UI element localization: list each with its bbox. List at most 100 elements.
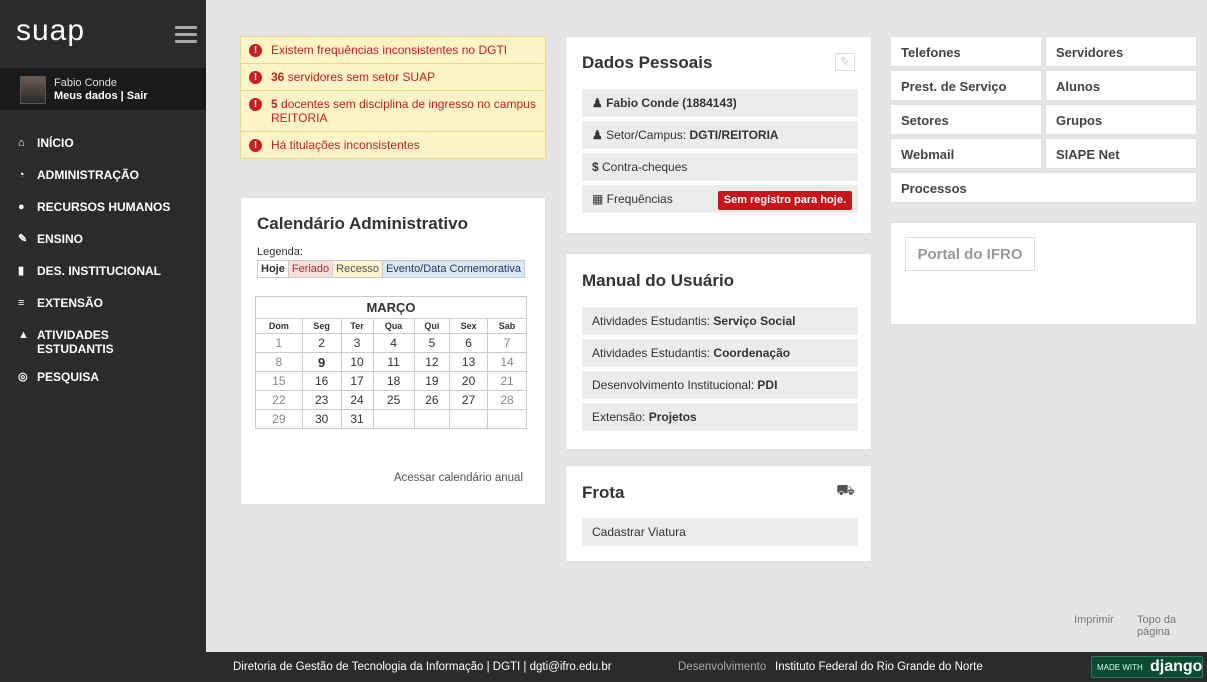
link-servidores[interactable]: Servidores	[1045, 36, 1197, 67]
manual-item[interactable]: Extensão: Projetos	[582, 403, 858, 431]
user-links[interactable]: Meus dados | Sair	[54, 90, 148, 102]
manual-item-topic: Coordenação	[713, 346, 791, 360]
alert-item[interactable]: ! Há titulações inconsistentes	[240, 131, 546, 159]
link-webmail[interactable]: Webmail	[890, 138, 1042, 169]
calendar-day[interactable]: 23	[301, 390, 342, 410]
calendar-day[interactable]: 11	[372, 352, 415, 372]
calendar-day[interactable]: 12	[413, 352, 451, 372]
user-name-row[interactable]: ♟ Fabio Conde (1884143)	[582, 89, 858, 117]
menu-item-administracao[interactable]: ◔ ADMINISTRAÇÃO	[18, 168, 170, 200]
setor-value: DGTI/REITORIA	[689, 128, 779, 142]
alert-count: 36	[271, 70, 285, 84]
contracheques-row[interactable]: $ Contra-cheques	[582, 153, 858, 181]
link-setores[interactable]: Setores	[890, 104, 1042, 135]
calendar-day[interactable]: 18	[372, 371, 415, 391]
user-fullname: Fabio Conde (1884143)	[606, 96, 737, 110]
calendar-day[interactable]: 16	[301, 371, 342, 391]
calendar-month: MARÇO	[255, 296, 527, 319]
exclamation-icon: !	[249, 98, 262, 111]
calendar-day[interactable]: 25	[372, 390, 415, 410]
menu-item-extensao[interactable]: ≡ EXTENSÃO	[18, 296, 170, 328]
calendar-day[interactable]: 19	[413, 371, 451, 391]
weekday: Qui	[413, 318, 451, 334]
cadastrar-viatura-link[interactable]: Cadastrar Viatura	[582, 518, 858, 546]
calendar-day	[487, 409, 527, 429]
edit-icon[interactable]: ✎	[835, 53, 855, 71]
calendar-day[interactable]: 3	[340, 333, 374, 353]
menu-toggle-icon[interactable]	[175, 26, 197, 47]
menu-label: RECURSOS HUMANOS	[37, 200, 171, 214]
top-of-page-link[interactable]: Topo da página	[1137, 614, 1207, 638]
calendar-day[interactable]: 5	[413, 333, 451, 353]
link-prest-servico[interactable]: Prest. de Serviço	[890, 70, 1042, 101]
portal-ifro-button[interactable]: Portal do IFRO	[905, 237, 1035, 271]
avatar[interactable]	[20, 76, 46, 104]
link-processos[interactable]: Processos	[890, 172, 1197, 203]
calendar-day[interactable]: 21	[487, 371, 527, 391]
calendar-day[interactable]: 26	[413, 390, 451, 410]
setor-row[interactable]: ♟ Setor/Campus: DGTI/REITORIA	[582, 121, 858, 149]
calendar-day[interactable]: 13	[449, 352, 489, 372]
annual-calendar-link[interactable]: Acessar calendário anual	[394, 472, 523, 484]
calendar-day[interactable]: 4	[372, 333, 415, 353]
menu-item-atividades-estudantis[interactable]: ▲ ATIVIDADES ESTUDANTIS	[18, 328, 170, 370]
calendar-day[interactable]: 29	[255, 409, 303, 429]
calendar-day[interactable]: 27	[449, 390, 489, 410]
link-telefones[interactable]: Telefones	[890, 36, 1042, 67]
legend-holiday: Feriado	[287, 260, 334, 278]
footer: Diretoria de Gestão de Tecnologia da Inf…	[206, 652, 1207, 682]
manual-item[interactable]: Desenvolvimento Institucional: PDI	[582, 371, 858, 399]
calendar-day[interactable]: 22	[255, 390, 303, 410]
django-badge[interactable]: MADE WITH django	[1091, 656, 1203, 678]
link-siape-net[interactable]: SIAPE Net	[1045, 138, 1197, 169]
weekday: Ter	[340, 318, 374, 334]
menu-item-pesquisa[interactable]: ◎ PESQUISA	[18, 370, 170, 402]
calendar-day-today[interactable]: 9	[301, 352, 342, 372]
calendar-day[interactable]: 17	[340, 371, 374, 391]
frequencias-row[interactable]: ▦ Frequências Sem registro para hoje.	[582, 185, 858, 213]
menu-item-des-institucional[interactable]: ▮ DES. INSTITUCIONAL	[18, 264, 170, 296]
calendar-day	[372, 409, 415, 429]
calendar-day[interactable]: 1	[255, 333, 303, 353]
calendar-day[interactable]: 24	[340, 390, 374, 410]
calendar-day[interactable]: 14	[487, 352, 527, 372]
menu-label: ENSINO	[37, 232, 84, 246]
alert-item[interactable]: ! Existem frequências inconsistentes no D…	[240, 36, 546, 64]
calendar-day[interactable]: 8	[255, 352, 303, 372]
menu-item-recursos-humanos[interactable]: ● RECURSOS HUMANOS	[18, 200, 170, 232]
manual-item[interactable]: Atividades Estudantis: Coordenação	[582, 339, 858, 367]
link-alunos[interactable]: Alunos	[1045, 70, 1197, 101]
app-logo[interactable]: suap	[16, 14, 85, 48]
calendar-day[interactable]: 15	[255, 371, 303, 391]
calendar-day[interactable]: 30	[301, 409, 342, 429]
alert-item[interactable]: ! 36 servidores sem setor SUAP	[240, 63, 546, 91]
print-link[interactable]: Imprimir	[1074, 614, 1114, 626]
user-icon: ♟	[592, 96, 607, 110]
manual-item-topic: Projetos	[648, 410, 697, 424]
footer-dev-value[interactable]: Instituto Federal do Rio Grande do Norte	[775, 661, 983, 673]
weekday: Qua	[372, 318, 415, 334]
user-icon: ●	[18, 201, 25, 213]
extension-icon: ≡	[18, 297, 25, 309]
alert-count: 5	[271, 97, 278, 111]
manual-item-prefix: Atividades Estudantis:	[592, 346, 714, 360]
calendar-day[interactable]: 7	[487, 333, 527, 353]
menu-item-inicio[interactable]: ⌂ INÍCIO	[18, 136, 170, 168]
manual-card: Manual do Usuário Atividades Estudantis:…	[565, 253, 872, 450]
weekday: Seg	[301, 318, 342, 334]
calendar-day[interactable]: 6	[449, 333, 489, 353]
calendar-day[interactable]: 2	[301, 333, 342, 353]
calendar-day[interactable]: 28	[487, 390, 527, 410]
calendar-day[interactable]: 31	[340, 409, 374, 429]
badge-big-text: django	[1150, 658, 1203, 675]
bar-chart-icon: ▮	[18, 265, 25, 277]
menu-label: DES. INSTITUCIONAL	[37, 264, 162, 278]
menu-item-ensino[interactable]: ✎ ENSINO	[18, 232, 170, 264]
manual-item[interactable]: Atividades Estudantis: Serviço Social	[582, 307, 858, 335]
calendar-day[interactable]: 10	[340, 352, 374, 372]
calendar-day[interactable]: 20	[449, 371, 489, 391]
alert-item[interactable]: ! 5 docentes sem disciplina de ingresso n…	[240, 90, 546, 132]
link-grupos[interactable]: Grupos	[1045, 104, 1197, 135]
manual-item-prefix: Extensão:	[592, 410, 649, 424]
legend-recess: Recesso	[332, 260, 383, 278]
